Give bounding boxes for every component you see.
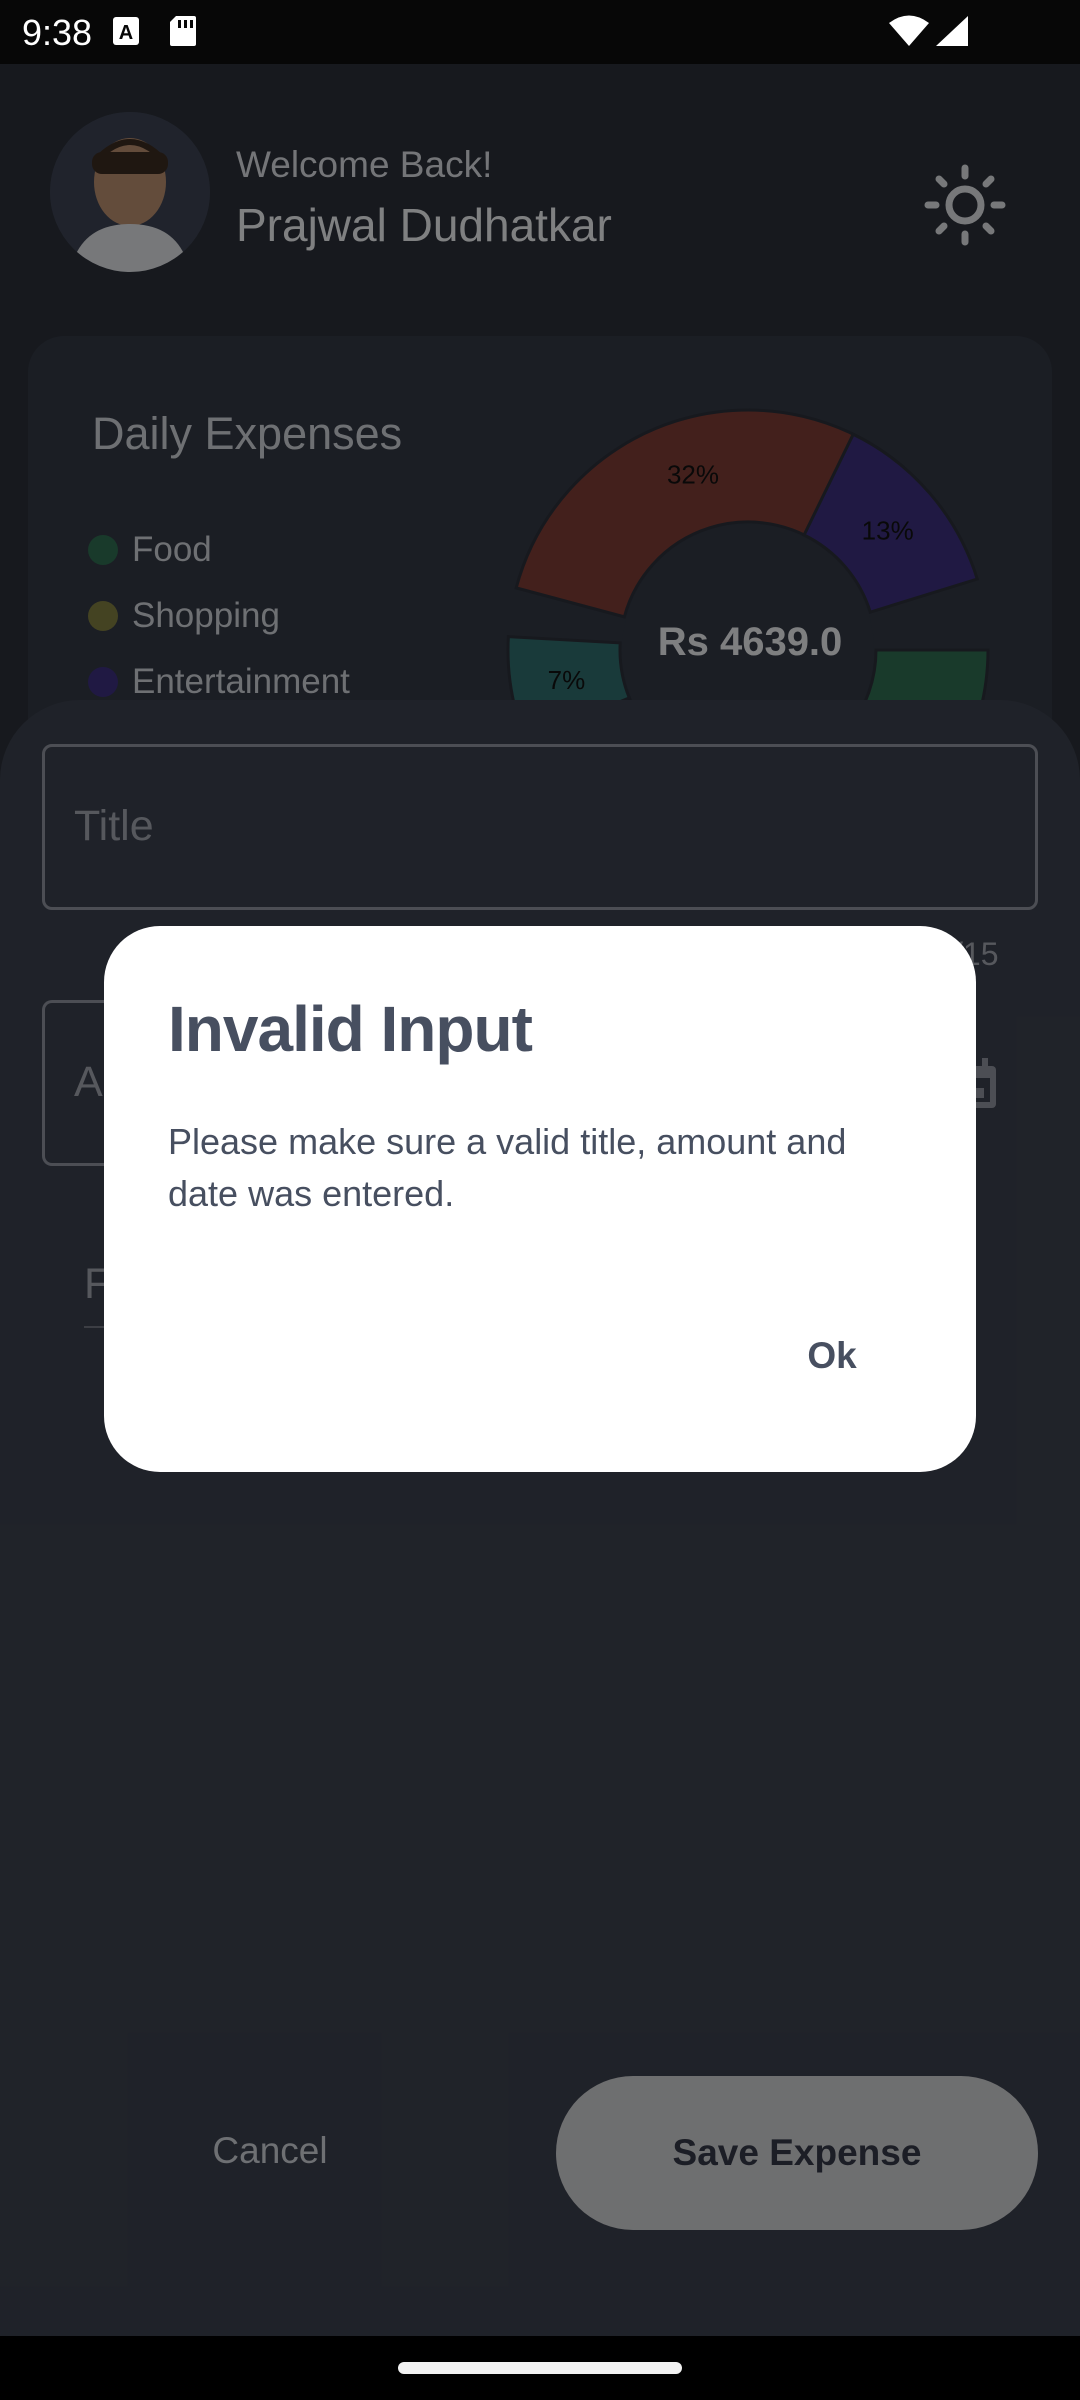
keyboard-a-icon: A xyxy=(113,17,139,45)
wifi-icon xyxy=(889,15,929,46)
status-bar: 9:38 A xyxy=(0,0,1080,64)
sd-card-icon xyxy=(170,16,196,46)
svg-text:A: A xyxy=(119,22,133,44)
dialog-title: Invalid Input xyxy=(168,993,533,1065)
home-gesture-handle[interactable] xyxy=(398,2362,682,2374)
dialog-message: Please make sure a valid title, amount a… xyxy=(168,1121,847,1214)
invalid-input-dialog: Invalid Input Please make sure a valid t… xyxy=(104,926,976,1472)
signal-icon xyxy=(936,16,968,46)
status-time: 9:38 xyxy=(22,12,93,53)
ok-button[interactable]: Ok xyxy=(764,1310,900,1402)
